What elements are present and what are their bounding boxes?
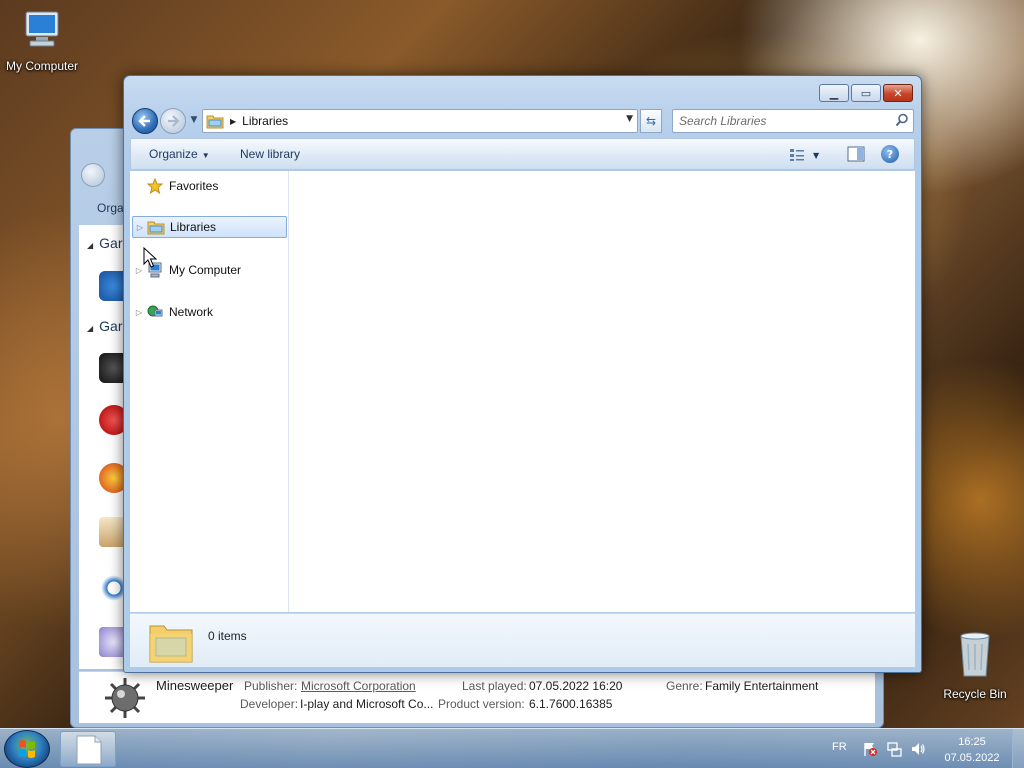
search-icon[interactable]: [895, 113, 909, 127]
items-count: 0 items: [208, 629, 247, 643]
libraries-folder-icon: [206, 115, 224, 129]
nav-item-label: Network: [169, 305, 214, 319]
address-bar[interactable]: ▶ Libraries ▼: [202, 109, 638, 133]
minimize-button[interactable]: ▁: [819, 84, 849, 102]
start-button[interactable]: [4, 730, 50, 768]
game-details-pane: Minesweeper Publisher: Microsoft Corpora…: [79, 671, 875, 723]
change-view-button[interactable]: ▼: [789, 147, 829, 163]
developer-value: I-play and Microsoft Co...: [300, 697, 434, 711]
new-library-label: New library: [240, 147, 301, 161]
navigation-pane: Favorites ▷ Libraries ▷ My Computer ▷ Ne…: [130, 171, 289, 612]
view-details-icon: [790, 149, 804, 161]
command-bar: Organize ▼ New library ▼ ?: [130, 138, 915, 170]
genre-label: Genre:: [666, 679, 703, 693]
back-arrow-icon: [138, 115, 150, 127]
forward-arrow-icon: [168, 115, 180, 127]
libraries-folder-icon: [147, 221, 165, 235]
games-group-label: Gar: [99, 318, 123, 334]
details-bar: 0 items: [130, 613, 915, 667]
help-button[interactable]: ?: [881, 145, 899, 163]
nav-item-label: My Computer: [169, 263, 242, 277]
desktop-icon-label: My Computer: [5, 59, 79, 73]
maximize-button[interactable]: ▭: [851, 84, 881, 102]
desktop-icon-recycle-bin[interactable]: Recycle Bin: [933, 630, 1017, 701]
organize-menu-button[interactable]: Organize ▼: [149, 147, 210, 161]
developer-label: Developer:: [240, 697, 299, 711]
document-icon: [76, 735, 102, 765]
genre-value: Family Entertainment: [705, 679, 819, 693]
desktop-icon-my-computer[interactable]: My Computer: [0, 8, 84, 73]
refresh-button[interactable]: ⇆: [640, 109, 662, 133]
games-group-label: Gar: [99, 235, 123, 251]
input-language-indicator[interactable]: FR: [832, 741, 847, 753]
search-box[interactable]: [672, 109, 914, 133]
clock-time: 16:25: [958, 736, 986, 748]
nav-item-favorites[interactable]: Favorites: [132, 175, 287, 197]
organize-label: Organize: [149, 147, 198, 161]
close-icon: ✕: [893, 86, 903, 100]
volume-icon[interactable]: [910, 741, 926, 757]
refresh-icon: ⇆: [645, 114, 657, 128]
breadcrumb-libraries[interactable]: Libraries: [242, 114, 288, 128]
last-played-label: Last played:: [462, 679, 527, 693]
computer-icon: [25, 11, 59, 47]
games-toolbar-organize[interactable]: Orga: [97, 201, 124, 215]
windows-logo-icon: [19, 740, 35, 758]
show-desktop-button[interactable]: [1012, 729, 1024, 768]
navigation-row: ▼ ▶ Libraries ▼ ⇆: [132, 106, 914, 136]
chevron-down-icon: ▼: [813, 150, 820, 160]
breadcrumb-separator-icon[interactable]: ▶: [230, 117, 236, 126]
system-clock[interactable]: 16:25 07.05.2022: [936, 734, 1008, 766]
chevron-down-icon: ▼: [190, 115, 198, 125]
taskbar: FR 16:25 07.05.2022: [0, 728, 1024, 768]
network-icon: [147, 305, 163, 317]
back-button[interactable]: [132, 108, 158, 134]
desktop-icon-label: Recycle Bin: [943, 687, 1007, 701]
recent-pages-dropdown[interactable]: ▼: [188, 112, 200, 128]
maximize-icon: ▭: [860, 86, 872, 100]
nav-item-label: Libraries: [170, 220, 217, 234]
expand-arrow-icon[interactable]: ▷: [133, 223, 147, 232]
preview-pane-icon[interactable]: [847, 146, 865, 162]
libraries-explorer-window: ▁ ▭ ✕ ▼ ▶ Libraries ▼ ⇆ Search Libraries…: [123, 75, 922, 673]
expand-arrow-icon[interactable]: ▷: [132, 308, 146, 317]
file-list-area[interactable]: [289, 171, 915, 612]
games-back-button[interactable]: [81, 163, 105, 187]
product-version-value: 6.1.7600.16385: [529, 697, 613, 711]
window-caption-buttons: ▁ ▭ ✕: [819, 84, 913, 102]
nav-item-label: Favorites: [169, 179, 219, 193]
address-history-dropdown[interactable]: ▼: [626, 114, 633, 124]
taskbar-explorer-button[interactable]: [60, 731, 116, 767]
games-group-header[interactable]: ◢ Gar: [87, 318, 123, 334]
product-version-label: Product version:: [438, 697, 525, 711]
recycle-bin-icon: [960, 632, 990, 677]
nav-item-libraries[interactable]: ▷ Libraries: [132, 216, 287, 238]
search-input[interactable]: [679, 113, 879, 129]
help-icon: ?: [886, 147, 894, 161]
forward-button[interactable]: [160, 108, 186, 134]
close-button[interactable]: ✕: [883, 84, 913, 102]
chevron-down-icon: ▼: [201, 151, 210, 160]
publisher-label: Publisher:: [244, 679, 298, 693]
last-played-value: 07.05.2022 16:20: [529, 679, 623, 693]
clock-date: 07.05.2022: [944, 752, 1000, 764]
publisher-link[interactable]: Microsoft Corporation: [301, 679, 416, 693]
game-name: Minesweeper: [156, 678, 234, 693]
network-status-icon[interactable]: [886, 741, 902, 757]
new-library-button[interactable]: New library: [240, 147, 300, 161]
libraries-folder-icon: [149, 625, 193, 663]
nav-item-network[interactable]: ▷ Network: [132, 301, 287, 323]
minimize-icon: ▁: [829, 86, 839, 100]
star-icon: [147, 178, 163, 194]
mouse-cursor-icon: [143, 247, 157, 268]
games-group-header[interactable]: ◢ Gar: [87, 235, 123, 251]
action-center-flag-icon[interactable]: [862, 741, 878, 757]
minesweeper-icon: [105, 678, 145, 718]
